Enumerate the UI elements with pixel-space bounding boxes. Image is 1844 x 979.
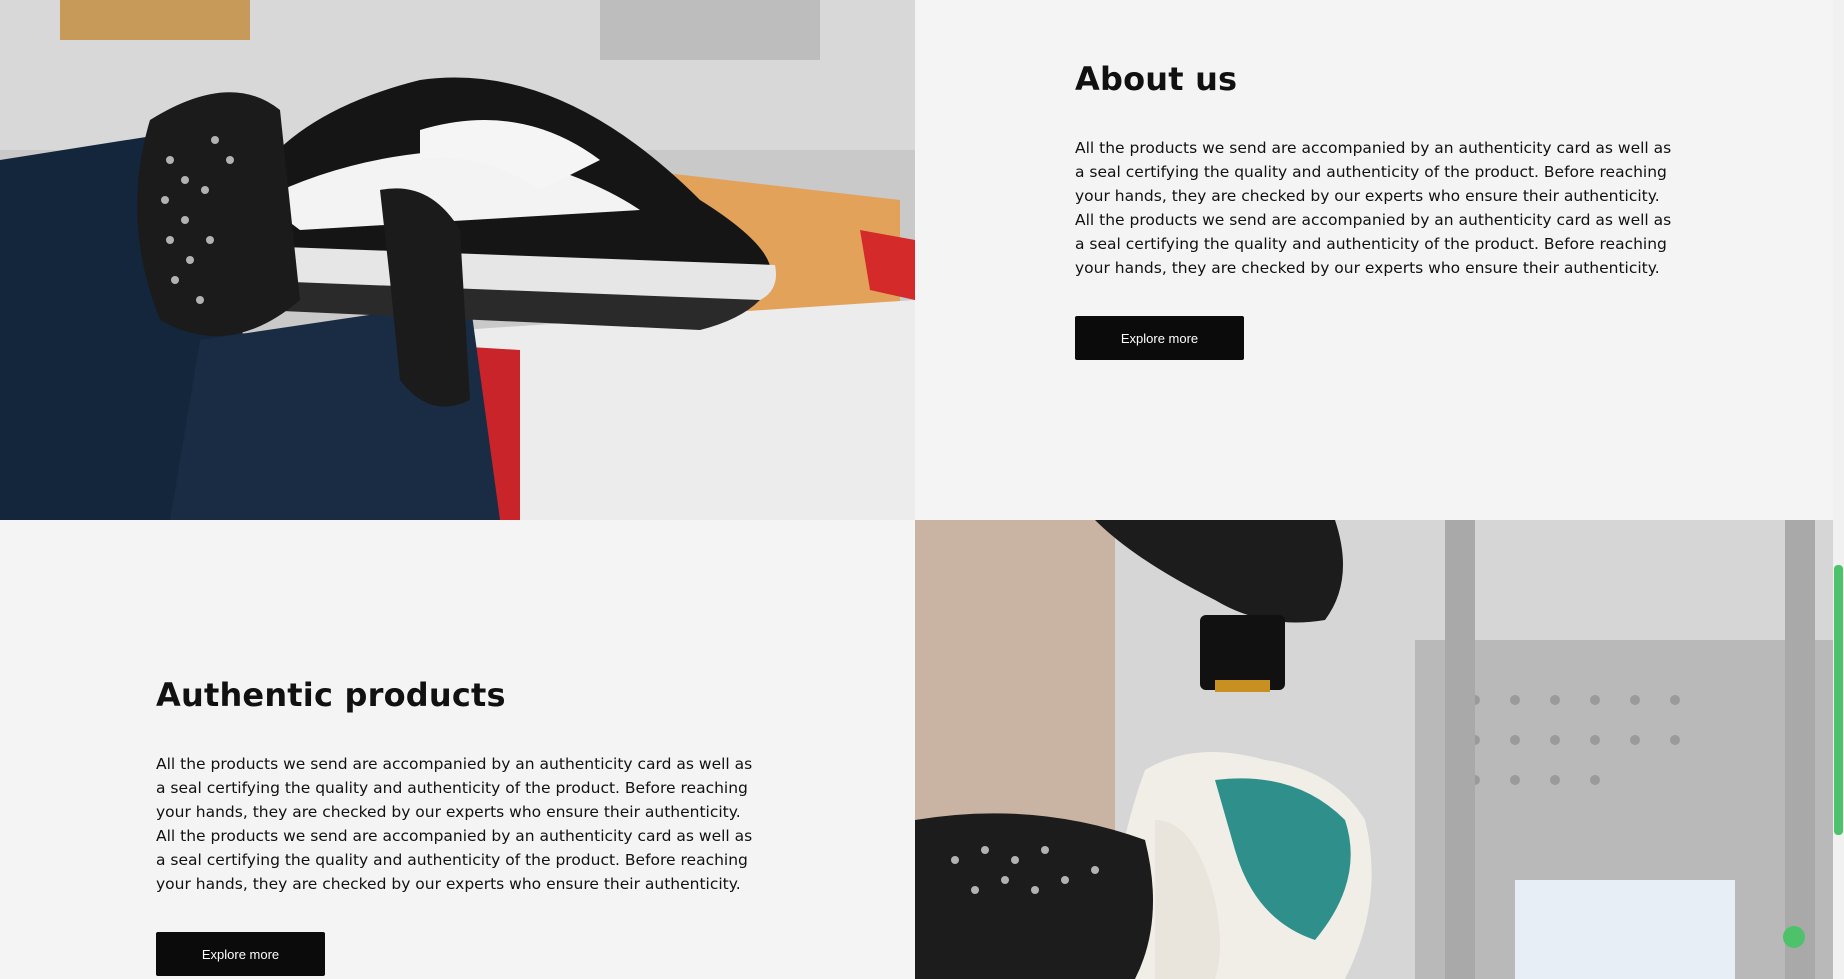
sneaker-inspection-photo bbox=[0, 0, 915, 520]
about-content: About us All the products we send are ac… bbox=[1075, 60, 1675, 360]
authentic-description: All the products we send are accompanied… bbox=[156, 755, 753, 893]
about-section: About us All the products we send are ac… bbox=[0, 0, 1833, 520]
about-title: About us bbox=[1075, 60, 1238, 98]
about-description: All the products we send are accompanied… bbox=[1075, 139, 1672, 277]
authentic-section: Authentic products All the products we s… bbox=[0, 520, 1833, 979]
sneaker-photo-illustration bbox=[0, 0, 915, 520]
sneaker-authentication-photo bbox=[915, 520, 1833, 979]
scrollbar-thumb[interactable] bbox=[1834, 565, 1843, 835]
sneaker-authentication-illustration bbox=[915, 520, 1833, 979]
about-explore-button[interactable]: Explore more bbox=[1075, 316, 1244, 360]
authentic-explore-button[interactable]: Explore more bbox=[156, 932, 325, 976]
authentic-content: Authentic products All the products we s… bbox=[156, 676, 756, 976]
authentic-title: Authentic products bbox=[156, 676, 506, 714]
floating-action-button[interactable] bbox=[1783, 926, 1805, 948]
page-scrollbar[interactable] bbox=[1833, 0, 1844, 979]
